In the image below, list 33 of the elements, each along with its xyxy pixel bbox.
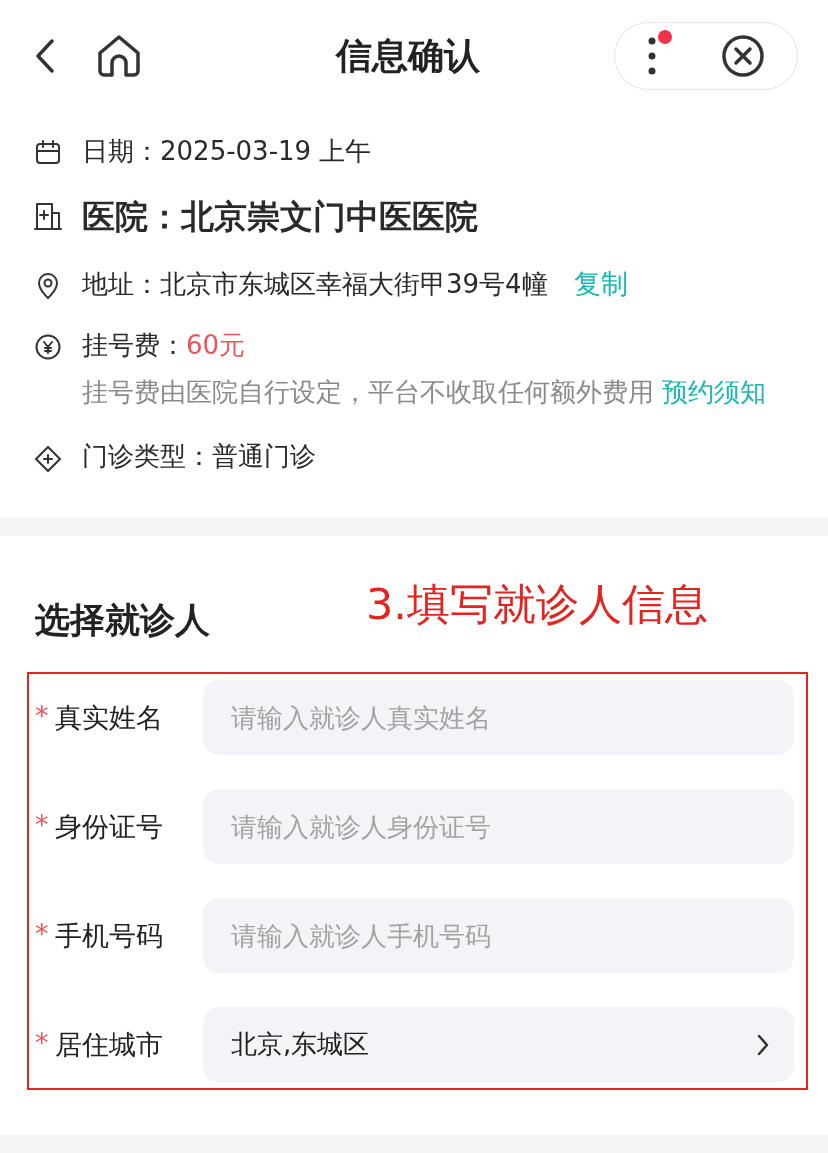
page-title: 信息确认	[334, 33, 481, 78]
diamond-plus-icon	[34, 445, 62, 473]
input-field[interactable]: 请输入就诊人真实姓名	[203, 680, 794, 755]
city-select[interactable]: 北京,东城区	[203, 1007, 794, 1082]
annotation-text: 3.填写就诊人信息	[365, 578, 708, 631]
field-label: 居住城市	[54, 1027, 163, 1062]
info-text: 门诊类型：普通门诊	[82, 440, 316, 473]
required-mark: *	[35, 1026, 49, 1060]
copy-link[interactable]: 复制	[573, 266, 628, 302]
input-field[interactable]: 请输入就诊人手机号码	[203, 898, 794, 973]
required-mark: *	[35, 699, 49, 733]
info-text: 挂号费：60元	[82, 329, 246, 362]
field-label: 身份证号	[54, 809, 163, 844]
notice-link[interactable]: 预约须知	[662, 377, 767, 407]
calendar-icon	[35, 140, 61, 166]
field-label: 真实姓名	[54, 700, 163, 735]
required-mark: *	[35, 808, 49, 842]
yen-coin-icon	[35, 334, 61, 360]
input-field[interactable]: 请输入就诊人身份证号	[203, 789, 794, 864]
info-text: 地址：北京市东城区幸福大街甲39号4幢	[82, 268, 548, 301]
section-title: 选择就诊人	[35, 599, 210, 642]
field-label: 手机号码	[54, 918, 163, 953]
home-button[interactable]	[96, 33, 142, 79]
close-button[interactable]	[720, 34, 765, 78]
location-pin-icon	[35, 272, 61, 300]
more-button[interactable]	[647, 36, 656, 76]
back-button[interactable]	[34, 38, 56, 74]
info-text: 医院：北京崇文门中医医院	[82, 196, 478, 238]
fee-note: 挂号费由医院自行设定，平台不收取任何额外费用 预约须知	[82, 376, 768, 409]
building-icon	[34, 201, 62, 231]
info-text: 日期：2025-03-19 上午	[82, 135, 372, 168]
chevron-right-icon	[756, 1032, 770, 1057]
required-mark: *	[35, 917, 49, 951]
